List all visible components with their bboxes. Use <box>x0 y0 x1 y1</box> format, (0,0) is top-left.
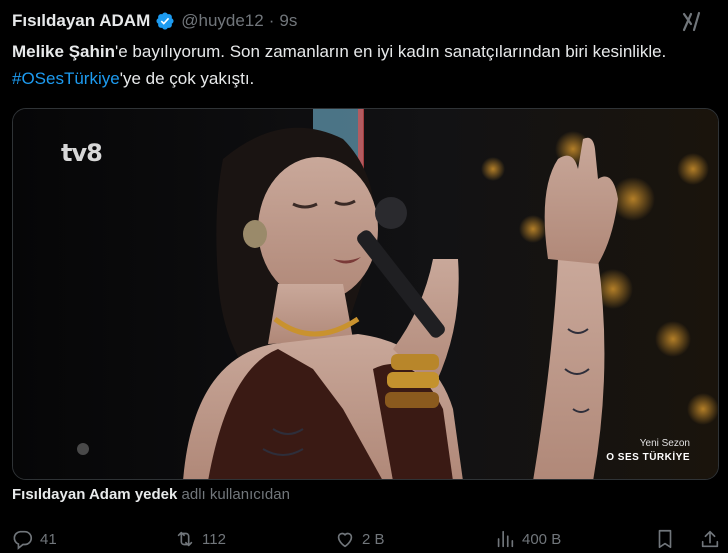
show-label: O SES TÜRKİYE <box>606 452 690 463</box>
hashtag-link[interactable]: #OSesTürkiye <box>12 69 120 88</box>
tweet-actions: 41 112 2 B 400 B <box>12 526 719 552</box>
tweet-text: Melike Şahin'e bayılıyorum. Son zamanlar… <box>12 38 712 92</box>
author-name[interactable]: Fısıldayan ADAM <box>12 11 150 31</box>
tweet-text-part1: 'e bayılıyorum. Son zamanların en iyi ka… <box>114 42 667 61</box>
views-button[interactable]: 400 B <box>494 528 561 550</box>
attribution-suffix: adlı kullanıcıdan <box>181 486 290 503</box>
channel-logo: tv8 <box>61 139 103 167</box>
retweet-icon <box>177 531 193 547</box>
like-icon <box>337 532 353 548</box>
reply-button[interactable]: 41 <box>12 528 57 550</box>
tweet-video[interactable]: tv8 Yeni Sezon O SES TÜRKİYE <box>12 108 719 480</box>
tweet-text-part2: 'ye de çok yakıştı. <box>119 69 255 88</box>
retweet-button[interactable]: 112 <box>174 528 226 550</box>
views-count: 400 B <box>522 530 562 548</box>
attribution-name[interactable]: Fısıldayan Adam yedek <box>12 486 177 503</box>
video-frame <box>13 109 718 479</box>
video-attribution: Fısıldayan Adam yedek adlı kullanıcıdan <box>12 486 290 503</box>
views-icon <box>497 530 514 548</box>
timestamp[interactable]: 9s <box>279 11 297 31</box>
bookmark-icon <box>658 529 672 549</box>
reply-count: 41 <box>40 530 57 548</box>
like-button[interactable]: 2 B <box>334 528 385 550</box>
tweet-header: Fısıldayan ADAM @huyde12 · 9s <box>12 8 716 34</box>
bold-name: Melike Şahin <box>12 42 115 61</box>
bookmark-button[interactable] <box>654 528 682 550</box>
share-button[interactable] <box>699 528 727 550</box>
reply-icon <box>13 530 33 550</box>
separator-dot: · <box>268 11 275 30</box>
retweet-count: 112 <box>202 530 226 548</box>
grok-icon[interactable] <box>680 10 704 39</box>
season-label: Yeni Sezon <box>639 438 690 449</box>
verified-badge-icon <box>155 11 175 31</box>
share-icon <box>701 530 719 548</box>
like-count: 2 B <box>362 530 385 548</box>
author-handle[interactable]: @huyde12 <box>181 11 264 31</box>
